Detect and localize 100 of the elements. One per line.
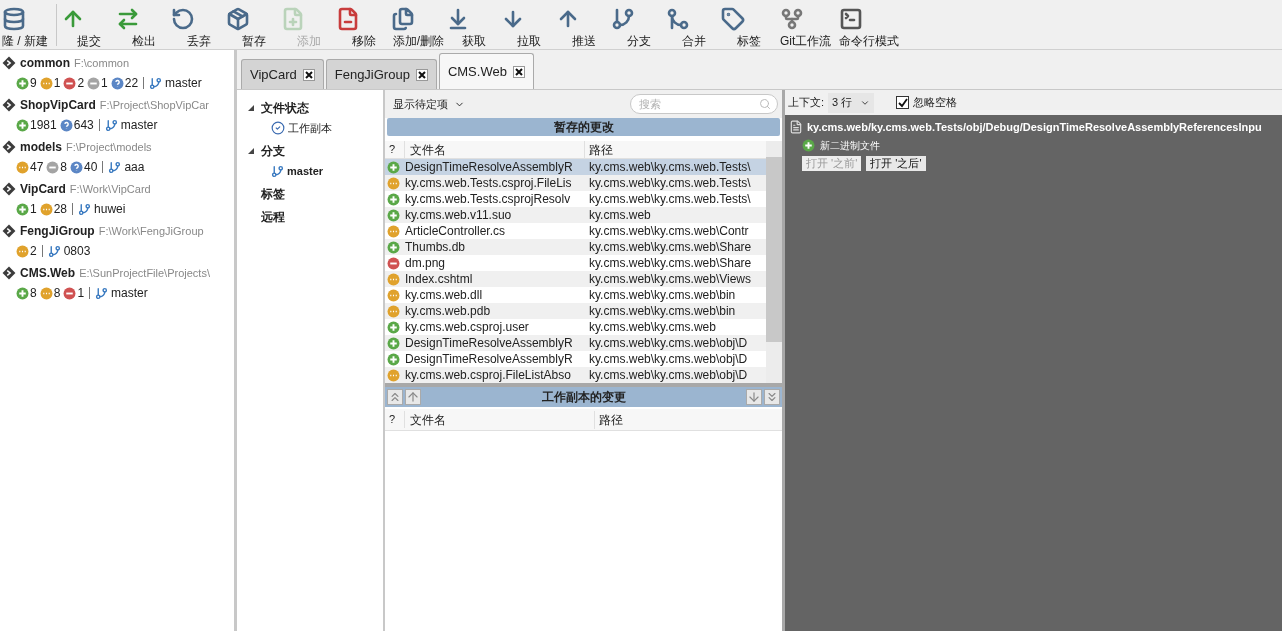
file-name: Index.cshtml <box>405 271 474 288</box>
file-count: 1 <box>53 75 61 92</box>
file-count: 2 <box>77 75 85 92</box>
file-icon <box>789 120 803 134</box>
context-label: 上下文: <box>788 95 825 111</box>
toolbar-button[interactable]: 暂存 <box>226 3 281 49</box>
arrows-icon <box>116 7 140 31</box>
column-header[interactable]: 路径 <box>595 410 782 429</box>
toolbar-button[interactable]: 获取 <box>446 3 501 49</box>
branch-icon <box>108 160 122 174</box>
repository-name[interactable]: ShopVipCard <box>20 96 96 114</box>
branch-icon <box>611 7 635 31</box>
branch-icon <box>95 286 109 300</box>
column-header[interactable]: 文件名 <box>405 410 595 429</box>
branch-name: master <box>120 117 158 134</box>
close-icon[interactable] <box>512 65 525 78</box>
close-icon[interactable] <box>302 68 315 81</box>
file-name: ky.cms.web.csproj.user <box>405 319 530 336</box>
file-count: 28 <box>53 201 68 218</box>
close-icon[interactable] <box>415 68 428 81</box>
repository-name[interactable]: FengJiGroup <box>20 222 95 240</box>
section-header: 暂存的更改 <box>387 118 780 136</box>
file-row[interactable]: ky.cms.web.v11.suo ky.cms.web <box>385 207 766 223</box>
expanded-arrow-icon[interactable] <box>247 104 255 112</box>
search-icon <box>759 98 771 110</box>
tag-icon <box>721 7 745 31</box>
repository-name[interactable]: CMS.Web <box>20 264 76 282</box>
navigation-item[interactable]: master <box>287 162 324 180</box>
navigation-section[interactable]: 文件状态 <box>261 99 309 117</box>
column-header[interactable]: ? <box>385 141 405 158</box>
toolbar-button[interactable]: 检出 <box>116 3 171 49</box>
file-count: 643 <box>73 117 94 134</box>
repository-path: E:\SunProjectFile\Projects\ <box>79 265 210 281</box>
file-row[interactable]: ky.cms.web.pdb ky.cms.web\ky.cms.web\bin <box>385 303 766 319</box>
repository-name[interactable]: VipCard <box>20 180 66 198</box>
repository-tab[interactable]: VipCard <box>241 59 324 89</box>
file-plus-icon <box>281 7 305 31</box>
file-path: ky.cms.web <box>588 207 652 224</box>
file-count: 2 <box>30 243 37 260</box>
navigation-section[interactable]: 分支 <box>261 142 285 160</box>
search-field[interactable]: 搜索 <box>630 94 778 114</box>
navigation-section[interactable]: 标签 <box>261 185 285 203</box>
repository-path: F:\common <box>74 55 130 71</box>
arrow-up-icon[interactable] <box>405 389 421 405</box>
toolbar-button[interactable]: 提交 <box>61 3 116 49</box>
checkbox-label: 忽略空格 <box>913 95 958 111</box>
toolbar-button[interactable]: 拉取 <box>501 3 556 49</box>
file-row[interactable]: Thumbs.db ky.cms.web\ky.cms.web\Share <box>385 239 766 255</box>
merge-icon <box>666 7 690 31</box>
file-count: 1 <box>30 201 37 218</box>
branch-name: 0803 <box>63 243 91 260</box>
scrollbar[interactable] <box>766 141 782 383</box>
file-count: 40 <box>84 159 98 176</box>
file-path: ky.cms.web\ky.cms.web\Contr <box>588 223 750 240</box>
file-row[interactable]: Index.cshtml ky.cms.web\ky.cms.web\Views <box>385 271 766 287</box>
repository-tab[interactable]: CMS.Web <box>438 53 534 89</box>
toolbar-button[interactable]: 丢弃 <box>171 3 226 49</box>
navigation-section[interactable]: 远程 <box>261 208 285 226</box>
toolbar-button[interactable]: 命令行模式 <box>835 3 904 49</box>
toolbar-button[interactable]: 标签 <box>721 3 776 49</box>
repository-name[interactable]: common <box>20 54 70 72</box>
file-name: ky.cms.web.csproj.FileListAbso <box>405 367 572 384</box>
column-header[interactable]: 路径 <box>585 140 766 159</box>
toolbar-button[interactable]: Git工作流 <box>776 3 836 49</box>
toolbar-button[interactable]: 移除 <box>336 3 391 49</box>
column-header[interactable]: 文件名 <box>405 140 585 159</box>
files-icon <box>391 7 415 31</box>
file-row[interactable]: ky.cms.web.Tests.csproj.FileLis ky.cms.web\ky.cms.web.Tests\ <box>385 175 766 191</box>
checkbox[interactable] <box>896 96 910 109</box>
arrow-down-icon[interactable] <box>746 389 762 405</box>
file-row[interactable]: DesignTimeResolveAssemblyR ky.cms.web\ky.cms.web.Tests\ <box>385 159 766 175</box>
file-name: DesignTimeResolveAssemblyR <box>405 335 574 352</box>
file-row[interactable]: DesignTimeResolveAssemblyR ky.cms.web\ky.cms.web\obj\D <box>385 335 766 351</box>
file-name: ky.cms.web.pdb <box>405 303 492 320</box>
file-count: 8 <box>53 285 61 302</box>
branch-name: master <box>165 75 202 92</box>
file-minus-icon <box>336 7 360 31</box>
file-count: 8 <box>30 285 37 302</box>
navigation-item[interactable]: 工作副本 <box>288 119 332 137</box>
file-path: ky.cms.web\ky.cms.web\obj\D <box>588 367 749 384</box>
toolbar-button[interactable]: 分支 <box>611 3 666 49</box>
repository-path: F:\Work\FengJiGroup <box>98 223 204 239</box>
context-dropdown[interactable]: 3 行 <box>828 92 875 113</box>
toolbar-button[interactable]: 推送 <box>556 3 611 49</box>
branches-icon <box>780 7 804 31</box>
branch-icon <box>78 202 92 216</box>
repository-name[interactable]: models <box>20 138 62 156</box>
open-file-button[interactable]: 打开 '之后' <box>866 155 926 171</box>
file-name: Thumbs.db <box>405 239 467 256</box>
file-path: ky.cms.web\ky.cms.web\bin <box>588 287 737 304</box>
toolbar-button[interactable]: 添加/删除 <box>391 3 446 49</box>
column-header[interactable]: ? <box>385 411 405 428</box>
file-row[interactable]: ky.cms.web.csproj.FileListAbso ky.cms.web\ky.cms.web\obj\D <box>385 367 766 383</box>
file-path: ky.cms.web\ky.cms.web.Tests\ <box>588 175 752 192</box>
filter-dropdown[interactable]: 显示待定项 <box>389 94 469 114</box>
expanded-arrow-icon[interactable] <box>247 147 255 155</box>
toolbar-button[interactable]: 合并 <box>666 3 721 49</box>
repository-tab[interactable]: FengJiGroup <box>325 59 437 89</box>
file-count: 9 <box>30 75 37 92</box>
toolbar-button[interactable]: 隆 / 新建 <box>0 3 52 49</box>
